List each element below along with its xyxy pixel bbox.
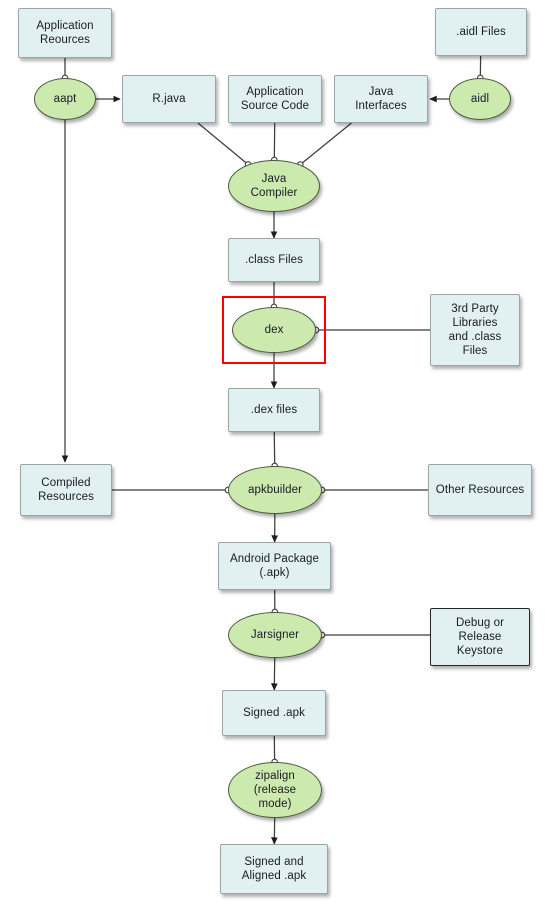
node-compiled-resources: Compiled Resources <box>20 464 112 516</box>
edge-java-interfaces-to-java-compiler <box>299 122 352 166</box>
node-signed-apk: Signed .apk <box>222 690 326 736</box>
node-signed-aligned-apk: Signed and Aligned .apk <box>220 844 328 894</box>
node-label-dex-files: .dex files <box>250 403 298 416</box>
edge-r-java-to-java-compiler <box>197 122 249 166</box>
node-label-third-party-libraries: 3rd Party Libraries and .class Files <box>448 302 502 358</box>
node-label-aidl: aidl <box>470 92 490 105</box>
node-android-package: Android Package (.apk) <box>218 542 331 590</box>
node-label-other-resources: Other Resources <box>435 483 525 496</box>
node-apkbuilder: apkbuilder <box>228 466 322 514</box>
node-label-jarsigner: Jarsigner <box>250 628 300 641</box>
node-class-files: .class Files <box>228 238 320 282</box>
node-debug-release-keystore: Debug or Release Keystore <box>430 608 530 666</box>
node-jarsigner: Jarsigner <box>228 612 322 658</box>
node-label-application-source-code: Application Source Code <box>240 85 310 112</box>
node-label-zipalign: zipalign (release mode) <box>253 769 297 810</box>
node-application-source-code: Application Source Code <box>228 75 322 123</box>
node-java-compiler: Java Compiler <box>228 160 320 212</box>
dex-highlight-box <box>222 296 326 364</box>
node-r-java: R.java <box>122 75 216 123</box>
node-label-debug-release-keystore: Debug or Release Keystore <box>455 616 505 657</box>
node-label-application-resources: Application Reources <box>36 19 94 46</box>
node-aidl: aidl <box>449 78 511 120</box>
node-label-android-package: Android Package (.apk) <box>229 552 320 579</box>
node-label-java-interfaces: Java Interfaces <box>355 85 407 112</box>
node-label-aapt: aapt <box>53 92 77 105</box>
node-label-class-files: .class Files <box>244 253 304 266</box>
node-java-interfaces: Java Interfaces <box>334 75 428 123</box>
node-label-apkbuilder: apkbuilder <box>247 483 303 496</box>
node-label-compiled-resources: Compiled Resources <box>38 476 94 503</box>
node-label-signed-apk: Signed .apk <box>243 706 305 719</box>
node-label-r-java: R.java <box>152 92 186 105</box>
android-build-process-diagram: Application Reources .aidl Files aapt R.jav… <box>0 0 550 904</box>
node-dex-files: .dex files <box>228 388 320 432</box>
node-other-resources: Other Resources <box>428 464 532 516</box>
node-aidl-files: .aidl Files <box>435 8 527 56</box>
node-label-java-compiler: Java Compiler <box>250 172 298 199</box>
node-zipalign: zipalign (release mode) <box>228 762 322 818</box>
node-application-resources: Application Reources <box>18 8 112 58</box>
node-label-signed-aligned-apk: Signed and Aligned .apk <box>241 855 307 882</box>
node-third-party-libraries: 3rd Party Libraries and .class Files <box>430 294 520 366</box>
node-aapt: aapt <box>34 78 96 120</box>
node-label-aidl-files: .aidl Files <box>456 25 506 38</box>
